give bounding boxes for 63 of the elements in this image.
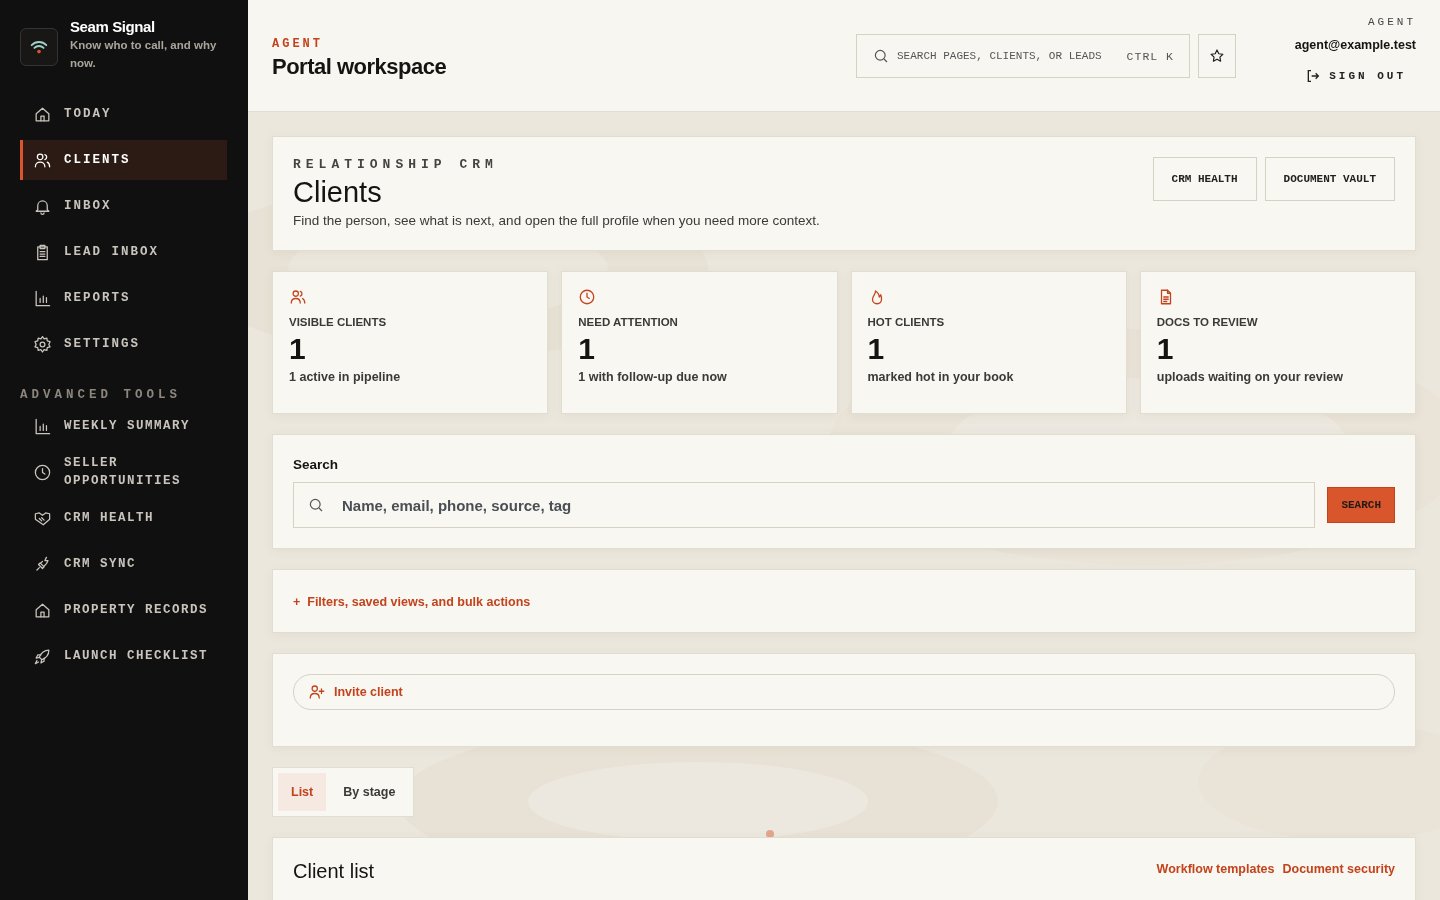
outline-button[interactable]: DOCUMENT VAULT	[1264, 157, 1395, 201]
header-link[interactable]: Document security	[1282, 862, 1395, 876]
section-heading: ADVANCED TOOLS	[20, 388, 183, 402]
stat-note: uploads waiting on your review	[1156, 370, 1344, 384]
nav-item[interactable]: SETTINGS	[20, 324, 227, 364]
search-field[interactable]: Name, email, phone, source, tag	[293, 482, 1316, 528]
gear-icon	[33, 334, 52, 354]
stat-value: 1	[1156, 332, 1175, 366]
field-label: Search	[293, 457, 340, 472]
shortcut-hint: CTRL K	[1126, 49, 1174, 62]
brand-tagline: Know who to call, and why now.	[70, 38, 218, 71]
section-description: Find the person, see what is next, and open the full profile when you need more context.	[293, 213, 820, 228]
search-icon	[307, 496, 325, 514]
plug-icon	[33, 554, 52, 574]
stat-label: DOCS TO REVIEW	[1156, 316, 1259, 328]
house-icon	[33, 600, 52, 620]
header-eyebrow: AGENT	[272, 37, 324, 51]
section-title: Clients	[293, 176, 383, 209]
nav-item[interactable]: CRM HEALTH	[20, 498, 227, 538]
account-email: agent@example.test	[1294, 37, 1416, 52]
role-label: AGENT	[1368, 15, 1416, 28]
nav-item[interactable]: LAUNCH CHECKLIST	[20, 636, 227, 676]
bar-chart-icon	[33, 416, 52, 436]
add-person-icon	[308, 683, 326, 701]
stat-value: 1	[867, 332, 886, 366]
clock-icon	[578, 288, 597, 306]
view-tab[interactable]: List	[278, 773, 327, 811]
star-icon	[1209, 47, 1225, 64]
stat-label: VISIBLE CLIENTS	[289, 316, 388, 328]
invite-client-button[interactable]: Invite client	[293, 674, 1395, 710]
nav-item[interactable]: CLIENTS	[20, 140, 227, 180]
nav-item[interactable]: WEEKLY SUMMARY	[20, 406, 227, 446]
stat-note: 1 with follow-up due now	[578, 370, 728, 384]
page-title: Portal workspace	[272, 54, 448, 80]
sign-out-icon	[1305, 67, 1322, 84]
nav-item[interactable]: SELLER OPPORTUNITIES	[20, 452, 227, 492]
people-icon	[289, 288, 307, 306]
nav-item[interactable]: REPORTS	[20, 278, 227, 318]
nav-item[interactable]: PROPERTY RECORDS	[20, 590, 227, 630]
stat-note: 1 active in pipeline	[289, 370, 402, 384]
stat-label: NEED ATTENTION	[578, 316, 679, 328]
section-title: Client list	[293, 860, 375, 883]
stat-label: HOT CLIENTS	[867, 316, 946, 328]
nav-item[interactable]: INBOX	[20, 186, 227, 226]
nav-item[interactable]: TODAY	[20, 94, 227, 134]
outline-button[interactable]: CRM HEALTH	[1152, 157, 1257, 201]
clock-icon	[33, 462, 52, 482]
sign-out-button[interactable]: SIGN OUT	[1295, 63, 1416, 88]
view-tab[interactable]: By stage	[330, 773, 409, 811]
house-icon	[33, 104, 52, 124]
brand-name: Seam Signal	[70, 18, 156, 35]
bar-chart-icon	[33, 288, 52, 308]
stat-value: 1	[289, 332, 307, 366]
nav-item[interactable]: CRM SYNC	[20, 544, 227, 584]
stat-note: marked hot in your book	[867, 370, 1015, 384]
section-eyebrow: RELATIONSHIP CRM	[293, 157, 499, 172]
nav-item[interactable]: LEAD INBOX	[20, 232, 227, 272]
search-button[interactable]: SEARCH	[1327, 487, 1395, 523]
filters-toggle[interactable]: + Filters, saved views, and bulk actions	[293, 595, 531, 609]
favorite-button[interactable]	[1198, 33, 1236, 78]
stat-value: 1	[578, 332, 596, 366]
signal-logo-icon	[20, 28, 58, 66]
header-link[interactable]: Workflow templates	[1156, 862, 1275, 876]
